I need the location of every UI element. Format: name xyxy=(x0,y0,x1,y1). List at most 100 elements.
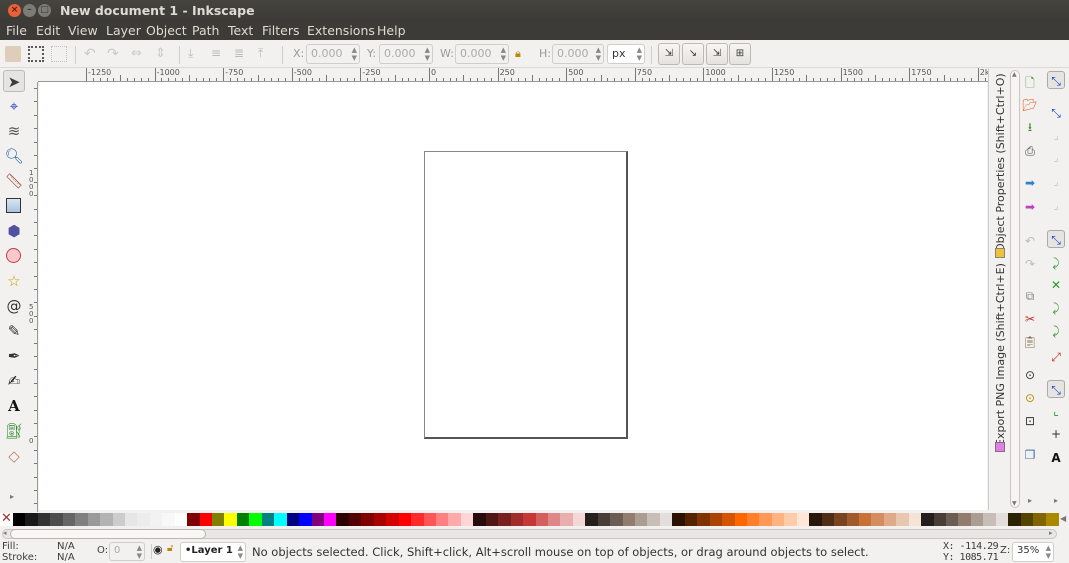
close-window-button[interactable]: × xyxy=(8,4,21,17)
color-swatch[interactable] xyxy=(734,513,748,526)
open-document-icon[interactable]: 📂︎ xyxy=(1021,96,1039,114)
copy-icon[interactable]: ⧉ xyxy=(1021,287,1039,305)
snap-cusp-nodes-icon[interactable]: ⤸ xyxy=(1047,299,1065,317)
color-swatch[interactable] xyxy=(37,513,51,526)
layer-visibility-icon[interactable]: ◉ xyxy=(153,543,163,556)
color-swatch[interactable] xyxy=(921,513,935,526)
star-tool-icon[interactable]: ☆ xyxy=(3,270,25,292)
flip-horizontal-icon[interactable]: ⇔ xyxy=(131,46,147,62)
color-swatch[interactable] xyxy=(162,513,176,526)
color-swatch[interactable] xyxy=(983,513,997,526)
color-swatch[interactable] xyxy=(286,513,300,526)
color-swatch[interactable] xyxy=(672,513,686,526)
color-swatch[interactable] xyxy=(187,513,201,526)
snap-overflow-icon[interactable]: ▸ xyxy=(1047,492,1065,510)
color-swatch[interactable] xyxy=(485,513,499,526)
color-swatch[interactable] xyxy=(199,513,213,526)
measure-tool-icon[interactable]: 📏︎ xyxy=(3,170,25,192)
color-swatch[interactable] xyxy=(597,513,611,526)
select-all-icon[interactable] xyxy=(5,46,21,62)
color-swatch[interactable] xyxy=(324,513,338,526)
color-swatch[interactable] xyxy=(87,513,101,526)
color-swatch[interactable] xyxy=(299,513,313,526)
toolbox-overflow-icon[interactable]: ▸ xyxy=(10,492,14,501)
color-swatch[interactable] xyxy=(709,513,723,526)
color-swatch[interactable] xyxy=(1008,513,1022,526)
stroke-value[interactable]: N/A xyxy=(57,552,75,563)
color-swatch[interactable] xyxy=(858,513,872,526)
color-swatch[interactable] xyxy=(970,513,984,526)
color-swatch[interactable] xyxy=(759,513,773,526)
color-swatch[interactable] xyxy=(261,513,275,526)
color-swatch[interactable] xyxy=(386,513,400,526)
color-swatch[interactable] xyxy=(871,513,885,526)
color-swatch[interactable] xyxy=(796,513,810,526)
scroll-up-icon[interactable]: ▲ xyxy=(1012,71,1017,78)
snap-bbox-icon[interactable]: ⤡ xyxy=(1047,104,1065,122)
color-swatch[interactable] xyxy=(212,513,226,526)
snap-bbox-midpoint-icon[interactable]: ⌟ xyxy=(1047,172,1065,190)
snap-bbox-center-icon[interactable]: ⌟ xyxy=(1047,196,1065,214)
color-swatch[interactable] xyxy=(659,513,673,526)
snap-object-center-icon[interactable]: ⌞ xyxy=(1047,402,1065,420)
color-swatch[interactable] xyxy=(535,513,549,526)
color-swatch[interactable] xyxy=(124,513,138,526)
new-document-icon[interactable]: 🗋︎ xyxy=(1021,74,1039,92)
selector-tool-icon[interactable]: ➤ xyxy=(3,70,25,92)
pen-tool-icon[interactable]: ✒ xyxy=(3,345,25,367)
color-swatch[interactable] xyxy=(448,513,462,526)
color-swatch[interactable] xyxy=(908,513,922,526)
color-swatch[interactable] xyxy=(771,513,785,526)
node-tool-icon[interactable]: ⌖ xyxy=(3,95,25,117)
zoom-input[interactable]: 35% ▲ ▼ xyxy=(1012,542,1054,562)
color-swatch[interactable] xyxy=(883,513,897,526)
color-swatch[interactable] xyxy=(336,513,350,526)
h-input[interactable]: 0.000 ▲ ▼ xyxy=(552,44,604,64)
color-swatch[interactable] xyxy=(473,513,487,526)
color-swatch[interactable] xyxy=(137,513,151,526)
scale-stroke-button[interactable]: ⇲ xyxy=(658,43,680,65)
menu-help[interactable]: Help xyxy=(377,23,406,38)
layer-select[interactable]: •Layer 1 ▲ ▼ xyxy=(180,542,246,562)
scroll-left-icon[interactable]: ◂ xyxy=(3,529,7,537)
color-swatch[interactable] xyxy=(746,513,761,526)
color-swatch[interactable] xyxy=(834,513,848,526)
menu-path[interactable]: Path xyxy=(192,23,219,38)
eraser-tool-icon[interactable]: ◇ xyxy=(3,445,25,467)
ellipse-tool-icon[interactable] xyxy=(3,245,25,267)
snap-paths-icon[interactable]: ⤸ xyxy=(1047,254,1065,272)
color-swatch[interactable] xyxy=(635,513,649,526)
no-paint-swatch-icon[interactable]: ✕ xyxy=(0,512,13,526)
pencil-tool-icon[interactable]: ✎ xyxy=(3,320,25,342)
color-swatch[interactable] xyxy=(523,513,537,526)
commands-overflow-icon[interactable]: ▸ xyxy=(1021,492,1039,510)
snap-text-baseline-icon[interactable]: A xyxy=(1047,449,1065,467)
color-swatch[interactable] xyxy=(274,513,288,526)
color-swatch[interactable] xyxy=(62,513,76,526)
menu-view[interactable]: View xyxy=(68,23,98,38)
color-swatch[interactable] xyxy=(697,513,711,526)
color-swatch[interactable] xyxy=(585,513,599,526)
scroll-down-icon[interactable]: ▼ xyxy=(1012,500,1017,507)
color-swatch[interactable] xyxy=(647,513,661,526)
color-swatch[interactable] xyxy=(896,513,910,526)
color-swatch[interactable] xyxy=(610,513,624,526)
snap-enable-icon[interactable]: ⤡ xyxy=(1047,71,1065,89)
menu-object[interactable]: Object xyxy=(146,23,187,38)
calligraphy-tool-icon[interactable]: ✍ xyxy=(3,370,25,392)
maximize-window-button[interactable]: □ xyxy=(38,4,51,17)
paste-icon[interactable]: 📋︎ xyxy=(1021,333,1039,351)
color-swatch[interactable] xyxy=(809,513,823,526)
color-swatch[interactable] xyxy=(361,513,375,526)
text-tool-icon[interactable]: A xyxy=(3,395,25,417)
color-swatch[interactable] xyxy=(13,513,27,526)
opacity-input[interactable]: 0 ▲ ▼ xyxy=(109,542,145,561)
scroll-right-icon[interactable]: ▸ xyxy=(1049,529,1053,537)
menu-edit[interactable]: Edit xyxy=(36,23,60,38)
lower-icon[interactable]: ≡ xyxy=(211,46,227,62)
color-swatch[interactable] xyxy=(460,513,474,526)
x-input[interactable]: 0.000 ▲ ▼ xyxy=(306,44,360,64)
snap-midpoints-icon[interactable]: ⤢ xyxy=(1047,348,1065,366)
color-swatch[interactable] xyxy=(846,513,860,526)
color-swatch[interactable] xyxy=(112,513,126,526)
